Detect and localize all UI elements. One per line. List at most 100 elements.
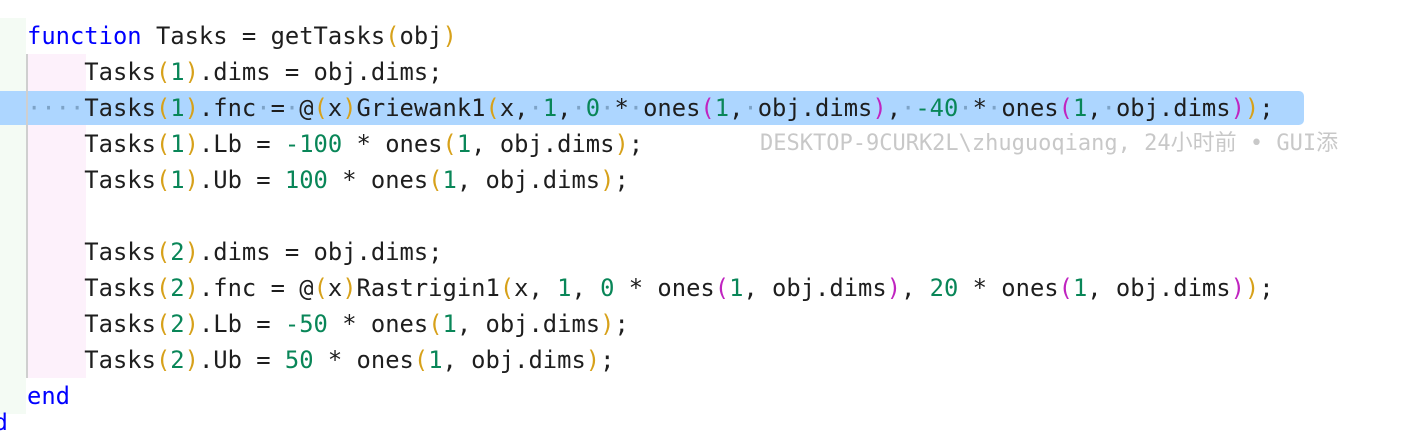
code-token: x, xyxy=(514,274,558,302)
code-token: ) xyxy=(600,310,615,338)
code-token: ) xyxy=(184,166,199,194)
code-token: ( xyxy=(313,274,328,302)
code-token: ( xyxy=(442,130,457,158)
code-token: ) xyxy=(184,58,199,86)
code-token: ( xyxy=(413,346,429,374)
code-token: ( xyxy=(1058,94,1073,122)
code-token: ( xyxy=(155,238,171,266)
code-token: ) xyxy=(184,238,199,266)
code-token: * ones xyxy=(327,166,429,194)
code-token: ; xyxy=(600,346,615,374)
code-token: .dims = obj.dims; xyxy=(198,58,443,86)
code-token: ) xyxy=(184,94,199,122)
code-token: 1 xyxy=(442,166,457,194)
code-token: · xyxy=(528,94,543,122)
code-token: · xyxy=(958,94,973,122)
code-token: , xyxy=(1087,94,1102,122)
code-token: 0 xyxy=(600,274,615,302)
code-token: * ones xyxy=(327,310,429,338)
code-token: ) xyxy=(184,274,199,302)
code-token: ( xyxy=(155,94,171,122)
code-token: ( xyxy=(155,58,171,86)
code-token: ) xyxy=(442,22,457,50)
code-token: · xyxy=(628,94,644,122)
code-token: -100 xyxy=(284,130,343,158)
code-token: ( xyxy=(714,274,730,302)
code-line[interactable]: Tasks(1).Lb = -100 * ones(1, obj.dims); xyxy=(27,126,643,162)
code-token: * xyxy=(614,94,629,122)
code-token: * ones xyxy=(958,274,1059,302)
code-token: .Lb = xyxy=(198,130,285,158)
code-line[interactable]: Tasks(2).Lb = -50 * ones(1, obj.dims); xyxy=(27,306,628,342)
code-token: 20 xyxy=(929,274,959,302)
code-token: Tasks xyxy=(27,238,156,266)
code-line[interactable]: Tasks(2).fnc = @(x)Rastrigin1(x, 1, 0 * … xyxy=(27,270,1274,306)
code-token: ) xyxy=(184,130,199,158)
code-token: 1 xyxy=(428,346,443,374)
code-token: · xyxy=(986,94,1002,122)
code-token: 1 xyxy=(1072,94,1088,122)
code-token: ( xyxy=(499,274,515,302)
code-line[interactable]: ····Tasks(1).fnc·=·@(x)Griewank1(x,·1,·0… xyxy=(27,90,1274,126)
code-token: 2 xyxy=(170,310,185,338)
code-line[interactable]: function Tasks = getTasks(obj) xyxy=(27,18,457,54)
code-token: .fnc = @ xyxy=(198,274,314,302)
git-blame-annotation: DESKTOP-9CURK2L\zhuguoqiang, 24小时前 • GUI… xyxy=(760,131,1339,156)
code-token: 2 xyxy=(170,238,185,266)
code-token: , obj.dims xyxy=(442,346,586,374)
code-token: .Lb = xyxy=(198,310,285,338)
code-line[interactable]: Tasks(1).Ub = 100 * ones(1, obj.dims); xyxy=(27,162,628,198)
code-token: 0 xyxy=(585,94,601,122)
code-token: * ones xyxy=(313,346,414,374)
code-token: ; xyxy=(1259,274,1274,302)
code-token: obj.dims xyxy=(1115,94,1231,122)
code-token: ) xyxy=(342,94,357,122)
code-token: 1 xyxy=(170,94,185,122)
code-token: .Ub = xyxy=(198,346,285,374)
code-token: -40 xyxy=(915,94,959,122)
code-token: · xyxy=(901,94,916,122)
code-token: ) xyxy=(614,130,629,158)
code-token: ( xyxy=(485,94,500,122)
code-token: ( xyxy=(700,94,715,122)
code-token: ) xyxy=(585,346,601,374)
code-line[interactable]: end xyxy=(27,378,70,414)
code-token: obj xyxy=(399,22,443,50)
code-line[interactable]: Tasks(1).dims = obj.dims; xyxy=(27,54,443,90)
code-token: ones xyxy=(1001,94,1059,122)
code-token: , xyxy=(901,274,930,302)
code-token: Tasks xyxy=(27,310,156,338)
code-token: , xyxy=(557,94,572,122)
code-token: ( xyxy=(1058,274,1073,302)
code-editor[interactable]: function Tasks = getTasks(obj) Tasks(1).… xyxy=(0,0,1412,436)
code-token: 1 xyxy=(542,94,558,122)
code-token: 1 xyxy=(557,274,572,302)
code-token: 1 xyxy=(442,310,457,338)
code-token: ) xyxy=(600,166,615,194)
code-token: ) xyxy=(886,274,902,302)
code-token: ) xyxy=(1244,274,1260,302)
code-token: Tasks xyxy=(27,130,156,158)
code-token: .fnc xyxy=(198,94,257,122)
code-token: , obj.dims xyxy=(471,130,615,158)
code-token: , xyxy=(886,94,902,122)
code-token: * xyxy=(972,94,987,122)
code-token: @ xyxy=(299,94,314,122)
code-token: ( xyxy=(428,166,443,194)
code-token: 1 xyxy=(729,274,744,302)
code-token: ) xyxy=(1230,94,1245,122)
code-token: Tasks xyxy=(27,58,156,86)
code-line[interactable]: Tasks(2).Ub = 50 * ones(1, obj.dims); xyxy=(27,342,614,378)
code-token: -50 xyxy=(284,310,328,338)
code-token: = xyxy=(270,94,285,122)
code-token: ( xyxy=(155,130,171,158)
code-token: , obj.dims xyxy=(456,166,601,194)
code-token: ) xyxy=(342,274,357,302)
code-line[interactable]: Tasks(2).dims = obj.dims; xyxy=(27,234,442,270)
code-token: ; xyxy=(1259,94,1274,122)
code-token: Tasks = getTasks xyxy=(141,22,386,50)
code-token: , obj.dims xyxy=(743,274,887,302)
code-token: end xyxy=(27,382,70,410)
code-token: 1 xyxy=(456,130,472,158)
code-token: 100 xyxy=(284,166,328,194)
